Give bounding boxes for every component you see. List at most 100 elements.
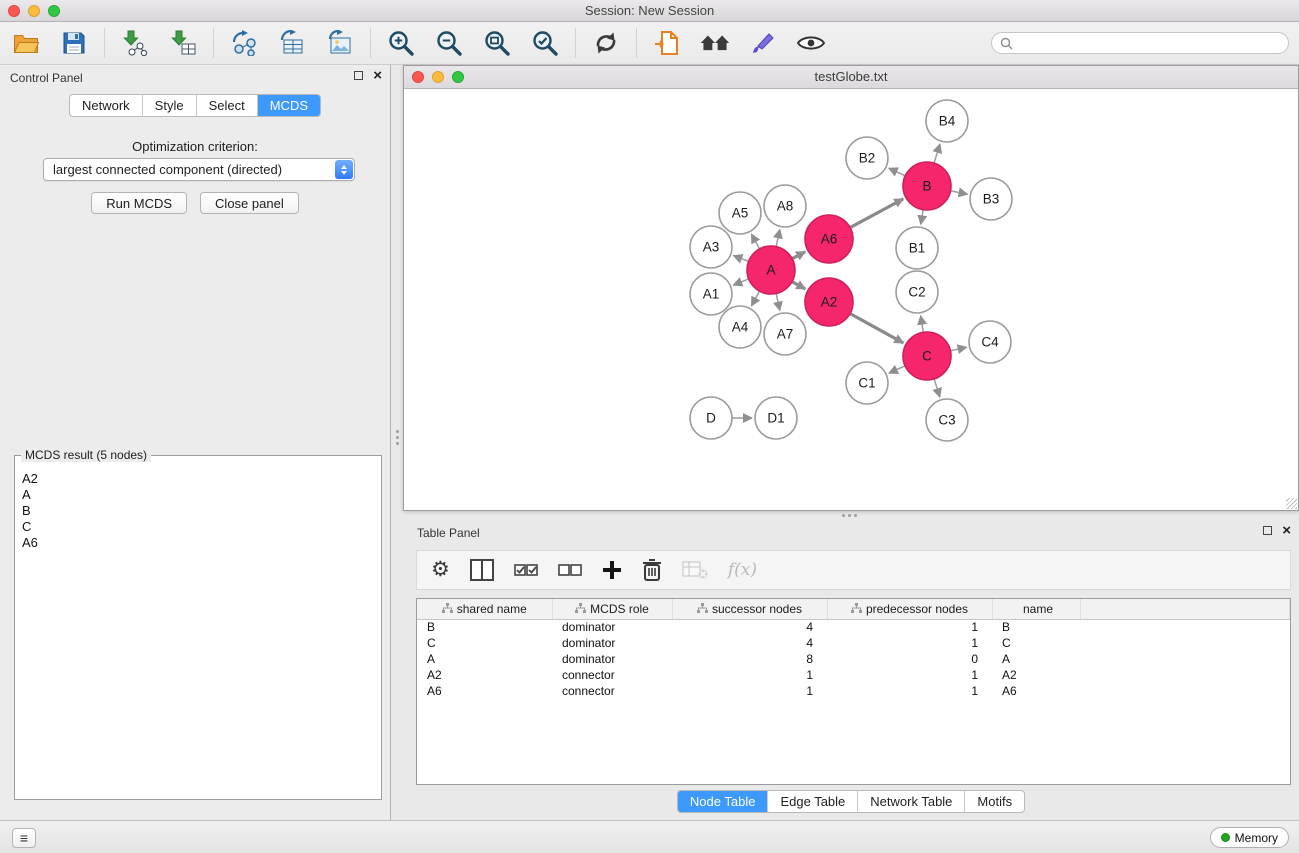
close-panel-icon[interactable]: × bbox=[1282, 525, 1291, 536]
table-row[interactable]: Adominator80A bbox=[417, 651, 1290, 667]
network-minimize-button[interactable] bbox=[432, 71, 444, 83]
node-B3[interactable]: B3 bbox=[970, 178, 1012, 220]
tab-motifs[interactable]: Motifs bbox=[964, 791, 1024, 812]
panel-divider-handle[interactable] bbox=[395, 426, 400, 448]
node-A1[interactable]: A1 bbox=[690, 273, 732, 315]
edge-A2-C[interactable] bbox=[850, 314, 903, 343]
edge-B-B2[interactable] bbox=[889, 168, 906, 176]
node-B4[interactable]: B4 bbox=[926, 100, 968, 142]
column-header-mcds-role[interactable]: MCDS role bbox=[552, 599, 672, 619]
optimization-criterion-select[interactable]: largest connected component (directed) bbox=[43, 158, 355, 181]
table-row[interactable]: Cdominator41C bbox=[417, 635, 1290, 651]
network-icon[interactable] bbox=[228, 27, 260, 59]
run-mcds-button[interactable]: Run MCDS bbox=[91, 192, 187, 214]
network-close-button[interactable] bbox=[412, 71, 424, 83]
edge-C-C4[interactable] bbox=[950, 347, 966, 351]
column-header-name[interactable]: name bbox=[992, 599, 1080, 619]
node-C1[interactable]: C1 bbox=[846, 362, 888, 404]
tab-select[interactable]: Select bbox=[196, 95, 257, 116]
node-A[interactable]: A bbox=[747, 246, 795, 294]
column-header-predecessor-nodes[interactable]: predecessor nodes bbox=[827, 599, 992, 619]
home-icon[interactable] bbox=[699, 27, 731, 59]
node-A6[interactable]: A6 bbox=[805, 215, 853, 263]
brush-icon[interactable] bbox=[747, 27, 779, 59]
minimize-window-button[interactable] bbox=[28, 5, 40, 17]
refresh-icon[interactable] bbox=[590, 27, 622, 59]
document-icon[interactable] bbox=[651, 27, 683, 59]
node-C[interactable]: C bbox=[903, 332, 951, 380]
trash-icon[interactable] bbox=[642, 556, 662, 584]
result-item[interactable]: A6 bbox=[22, 535, 380, 551]
node-B1[interactable]: B1 bbox=[896, 227, 938, 269]
search-input[interactable] bbox=[1018, 36, 1280, 50]
edge-C-C1[interactable] bbox=[889, 366, 905, 373]
edge-A-A7[interactable] bbox=[776, 293, 780, 310]
network-table-icon[interactable] bbox=[276, 27, 308, 59]
edge-B-B4[interactable] bbox=[934, 144, 940, 163]
tab-edge-table[interactable]: Edge Table bbox=[767, 791, 857, 812]
node-B2[interactable]: B2 bbox=[846, 137, 888, 179]
edge-A-A4[interactable] bbox=[751, 291, 759, 306]
zoom-selected-icon[interactable] bbox=[529, 27, 561, 59]
table-row[interactable]: A2connector11A2 bbox=[417, 667, 1290, 683]
node-A5[interactable]: A5 bbox=[719, 192, 761, 234]
close-panel-button[interactable]: Close panel bbox=[200, 192, 299, 214]
search-field[interactable] bbox=[991, 32, 1289, 54]
tab-style[interactable]: Style bbox=[142, 95, 196, 116]
node-A2[interactable]: A2 bbox=[805, 278, 853, 326]
tab-mcds[interactable]: MCDS bbox=[257, 95, 320, 116]
table-row[interactable]: A6connector11A6 bbox=[417, 683, 1290, 699]
network-graph[interactable]: B4B2BB3A5A8A6A3B1AC2A1A2A4A7C4CC1C3DD1 bbox=[404, 89, 1298, 510]
edge-B-B3[interactable] bbox=[951, 191, 968, 194]
resize-grip[interactable] bbox=[1286, 498, 1297, 509]
float-panel-icon[interactable] bbox=[354, 71, 363, 80]
float-panel-icon[interactable] bbox=[1263, 526, 1272, 535]
node-B[interactable]: B bbox=[903, 162, 951, 210]
node-C2[interactable]: C2 bbox=[896, 271, 938, 313]
folder-open-icon[interactable] bbox=[10, 27, 42, 59]
node-C4[interactable]: C4 bbox=[969, 321, 1011, 363]
edge-A-A2[interactable] bbox=[792, 282, 805, 289]
node-A8[interactable]: A8 bbox=[764, 185, 806, 227]
memory-button[interactable]: Memory bbox=[1210, 827, 1289, 848]
tab-node-table[interactable]: Node Table bbox=[678, 791, 768, 812]
column-header-shared-name[interactable]: shared name bbox=[417, 599, 552, 619]
close-panel-icon[interactable]: × bbox=[373, 70, 382, 81]
node-D1[interactable]: D1 bbox=[755, 397, 797, 439]
task-history-icon[interactable]: ≡ bbox=[12, 828, 36, 848]
result-item[interactable]: A2 bbox=[22, 471, 380, 487]
close-window-button[interactable] bbox=[8, 5, 20, 17]
column-header-successor-nodes[interactable]: successor nodes bbox=[672, 599, 827, 619]
eye-icon[interactable] bbox=[795, 27, 827, 59]
tab-network-table[interactable]: Network Table bbox=[857, 791, 964, 812]
result-item[interactable]: A bbox=[22, 487, 380, 503]
edge-A-A1[interactable] bbox=[733, 279, 748, 285]
tab-network[interactable]: Network bbox=[70, 95, 142, 116]
add-icon[interactable] bbox=[602, 556, 622, 584]
edge-A-A6[interactable] bbox=[792, 252, 805, 259]
network-canvas[interactable]: B4B2BB3A5A8A6A3B1AC2A1A2A4A7C4CC1C3DD1 bbox=[404, 89, 1298, 510]
table-row[interactable]: Bdominator41B bbox=[417, 619, 1290, 635]
node-A7[interactable]: A7 bbox=[764, 313, 806, 355]
edge-B-B1[interactable] bbox=[921, 210, 923, 225]
save-icon[interactable] bbox=[58, 27, 90, 59]
import-table-icon[interactable] bbox=[167, 27, 199, 59]
network-zoom-button[interactable] bbox=[452, 71, 464, 83]
zoom-fit-icon[interactable] bbox=[481, 27, 513, 59]
edge-A-A5[interactable] bbox=[751, 234, 759, 249]
image-export-icon[interactable] bbox=[324, 27, 356, 59]
gear-icon[interactable]: ⚙ bbox=[431, 556, 450, 584]
deselect-all-icon[interactable] bbox=[558, 556, 582, 584]
delete-table-icon[interactable] bbox=[682, 556, 708, 584]
edge-A-A3[interactable] bbox=[733, 256, 748, 262]
import-network-icon[interactable] bbox=[119, 27, 151, 59]
edge-C-C2[interactable] bbox=[921, 316, 924, 333]
edge-A-A8[interactable] bbox=[776, 229, 780, 246]
panel-divider-handle[interactable] bbox=[838, 513, 860, 518]
node-D[interactable]: D bbox=[690, 397, 732, 439]
zoom-in-icon[interactable] bbox=[385, 27, 417, 59]
select-all-icon[interactable] bbox=[514, 556, 538, 584]
node-C3[interactable]: C3 bbox=[926, 399, 968, 441]
zoom-out-icon[interactable] bbox=[433, 27, 465, 59]
node-A3[interactable]: A3 bbox=[690, 226, 732, 268]
